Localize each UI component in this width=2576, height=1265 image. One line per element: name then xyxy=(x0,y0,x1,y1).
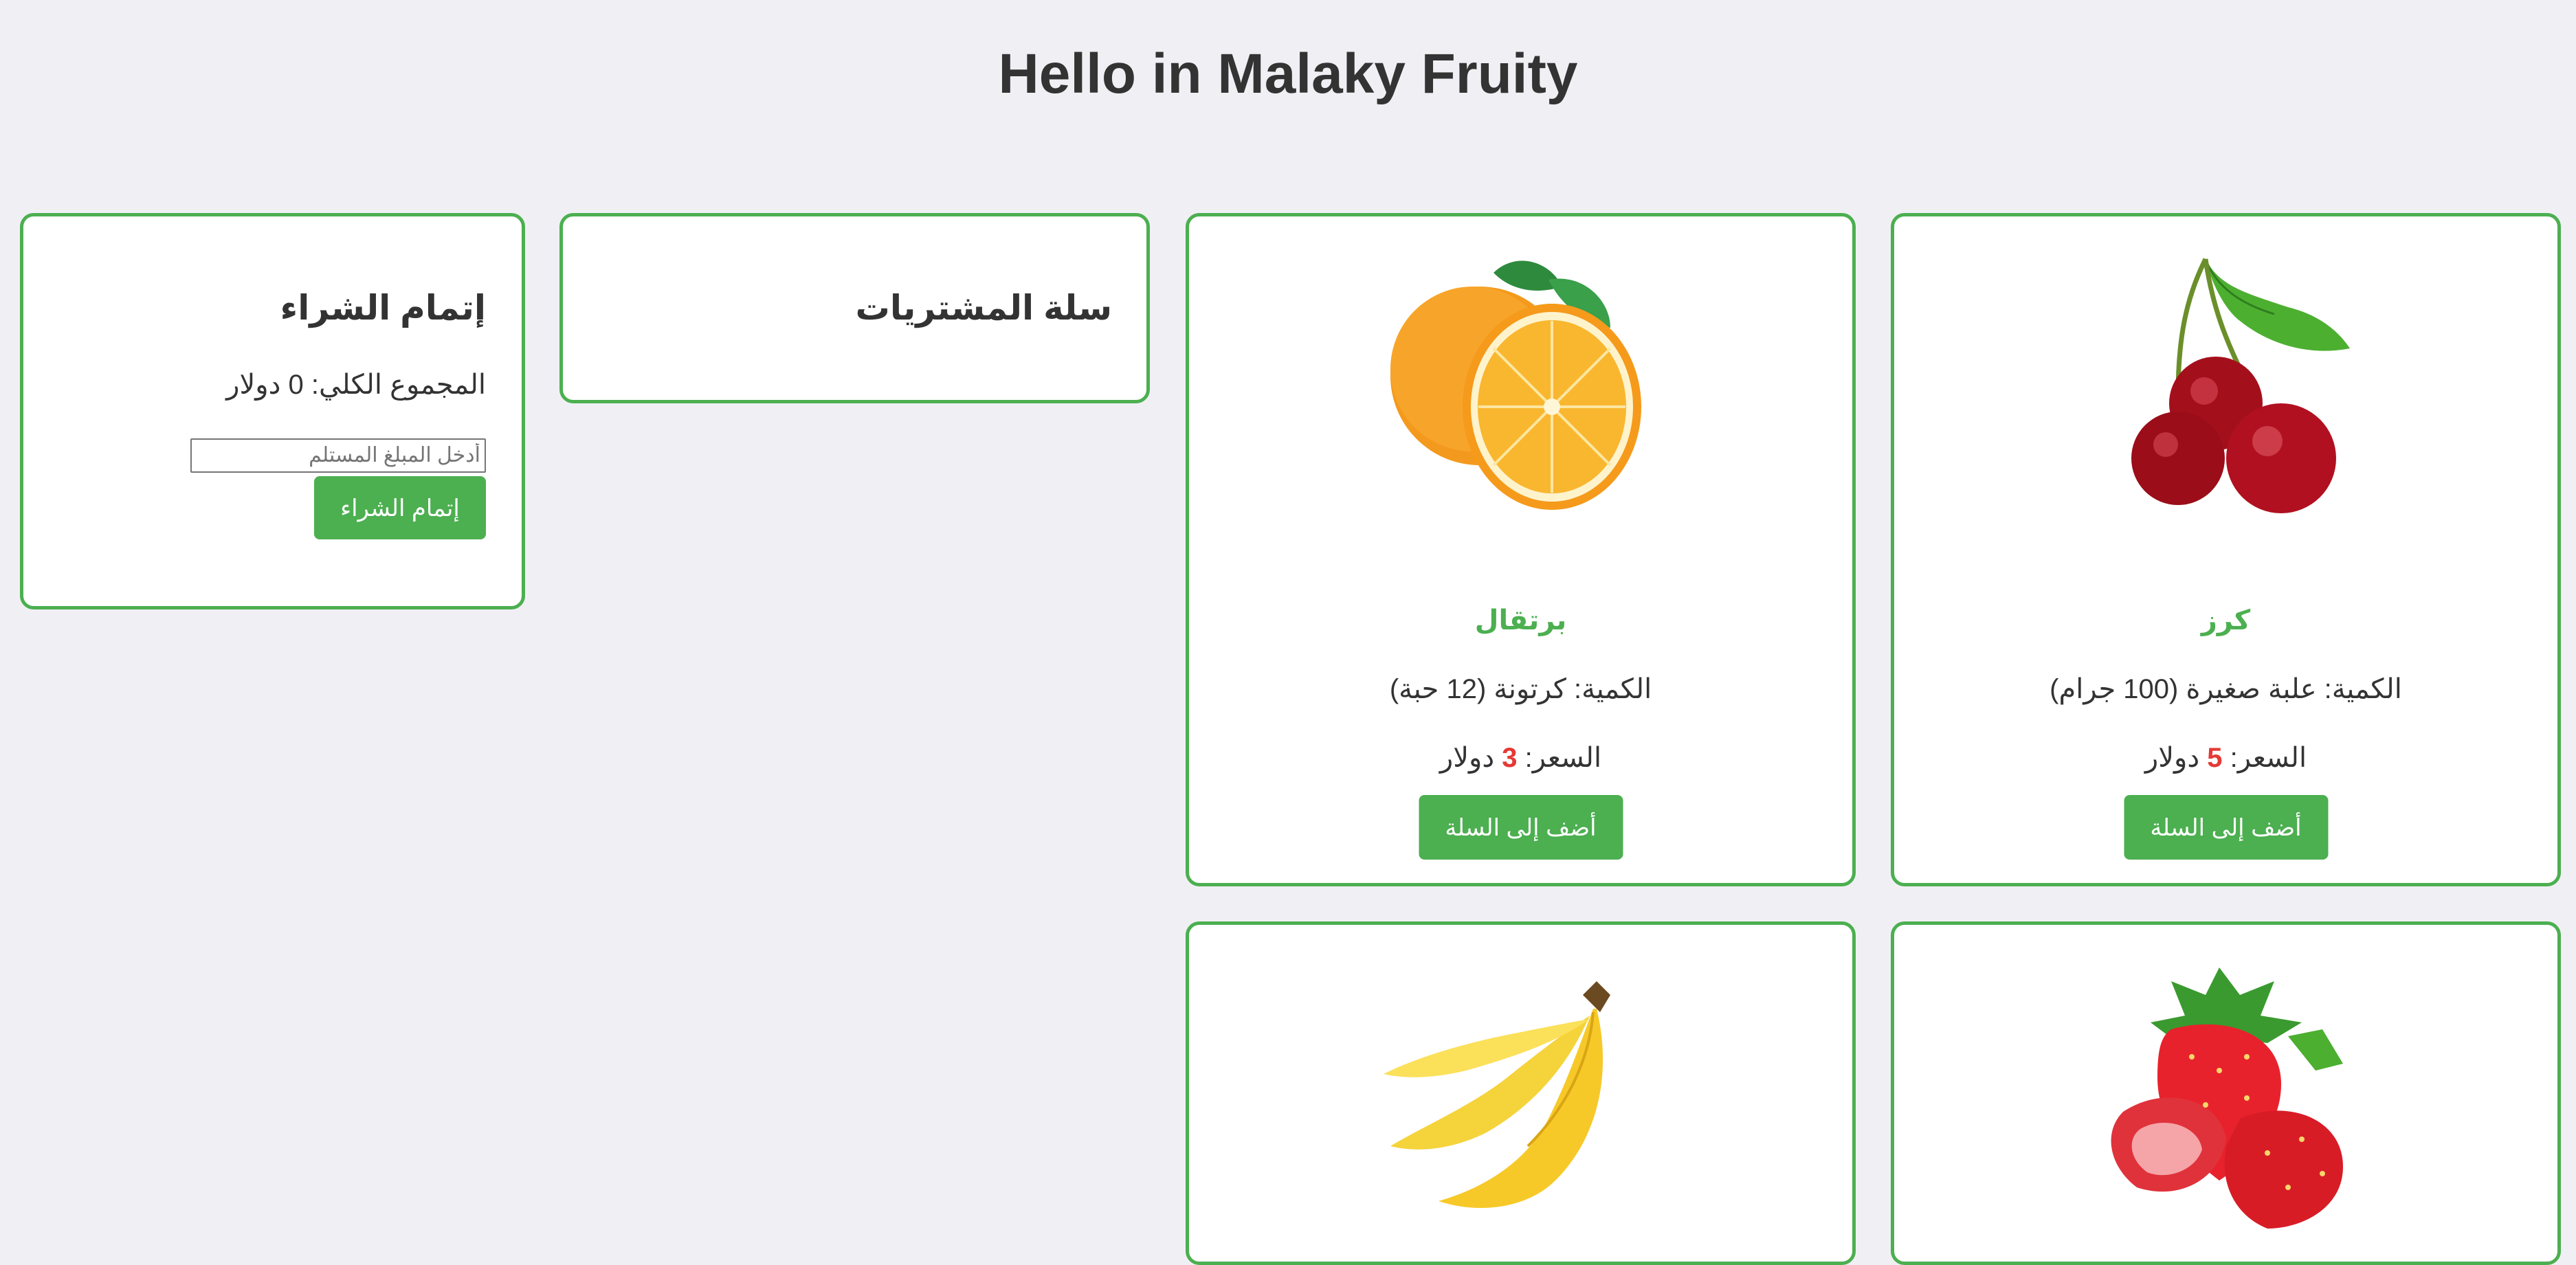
product-card-orange: برتقال الكمية: كرتونة (12 حبة) السعر: 3 … xyxy=(1186,213,1856,886)
cart-panel: سلة المشتريات xyxy=(559,213,1150,403)
banana-image xyxy=(1377,954,1665,1242)
price-value: 5 xyxy=(2207,743,2223,773)
checkout-button[interactable]: إتمام الشراء xyxy=(314,476,486,539)
cart-heading: سلة المشتريات xyxy=(855,289,1112,327)
product-card-cherry: كرز الكمية: علبة صغيرة (100 جرام) السعر:… xyxy=(1891,213,2561,886)
product-card-banana xyxy=(1186,921,1856,1265)
product-price: السعر: 5 دولار xyxy=(1894,742,2557,774)
product-name: كرز xyxy=(2201,605,2251,636)
product-quantity: الكمية: كرتونة (12 حبة) xyxy=(1389,674,1652,704)
add-to-cart-button[interactable]: أضف إلى السلة xyxy=(1419,795,1623,860)
checkout-heading: إتمام الشراء xyxy=(280,289,486,327)
price-currency: دولار xyxy=(1439,743,1495,773)
price-label: السعر: xyxy=(2230,743,2307,773)
price-value: 3 xyxy=(1502,743,1518,773)
price-currency: دولار xyxy=(2144,743,2200,773)
product-price: السعر: 3 دولار xyxy=(1189,742,1852,774)
received-amount-input[interactable] xyxy=(190,438,486,473)
total-value: 0 xyxy=(288,370,304,400)
total-amount: المجموع الكلي: 0 دولار xyxy=(226,369,486,401)
add-to-cart-button[interactable]: أضف إلى السلة xyxy=(2124,795,2328,860)
page-title: Hello in Malaky Fruity xyxy=(998,43,1578,105)
total-label: المجموع الكلي: xyxy=(311,370,486,400)
price-label: السعر: xyxy=(1524,743,1602,773)
product-quantity: الكمية: علبة صغيرة (100 جرام) xyxy=(2050,674,2402,704)
product-card-strawberry xyxy=(1891,921,2561,1265)
strawberry-image xyxy=(2082,954,2370,1242)
cherry-image xyxy=(2082,245,2370,534)
orange-image xyxy=(1377,245,1665,534)
checkout-panel: إتمام الشراء المجموع الكلي: 0 دولار إتما… xyxy=(20,213,525,609)
product-name: برتقال xyxy=(1474,605,1567,636)
total-currency: دولار xyxy=(226,370,281,400)
